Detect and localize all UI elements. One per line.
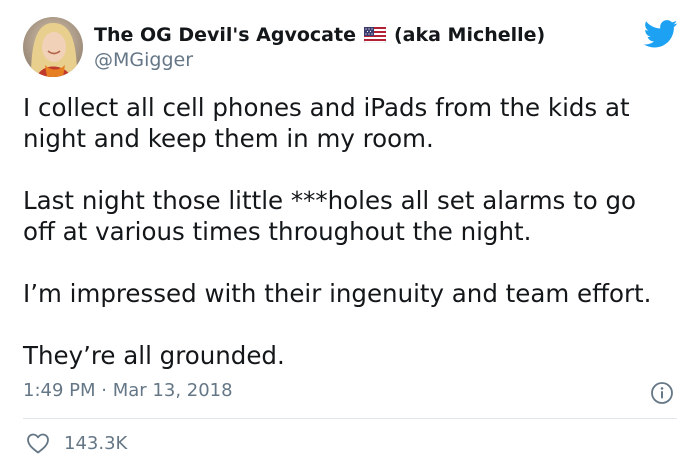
timestamp-separator: · [101,380,107,401]
display-name-suffix[interactable]: (aka Michelle) [394,24,545,46]
tweet-time[interactable]: 1:49 PM [23,380,96,401]
twitter-bird-icon[interactable] [643,20,678,48]
like-button[interactable]: 143.3K [26,430,127,456]
tweet-date[interactable]: Mar 13, 2018 [113,380,233,401]
display-name[interactable]: The OG Devil's Agvocate [94,24,356,46]
tweet-paragraph: I’m impressed with their ingenuity and t… [23,278,683,309]
tweet-paragraph: I collect all cell phones and iPads from… [23,92,683,154]
tweet-line: Last night those little ***holes all set… [23,186,637,215]
tweet-text: I collect all cell phones and iPads from… [23,92,683,371]
author-name-row[interactable]: The OG Devil's Agvocate (aka Michelle) [94,22,545,48]
divider [23,418,677,419]
us-flag-icon [363,26,387,44]
tweet-line: They’re all grounded. [23,341,285,370]
avatar[interactable] [23,17,83,77]
heart-icon[interactable] [26,432,50,454]
tweet-paragraph: They’re all grounded. [23,340,683,371]
author-handle[interactable]: @MGigger [94,49,193,71]
tweet-timestamp[interactable]: 1:49 PM · Mar 13, 2018 [23,380,233,401]
tweet-line: I collect all cell phones and iPads from… [23,93,630,122]
tweet-line: off at various times throughout the nigh… [23,217,532,246]
tweet-line: I’m impressed with their ingenuity and t… [23,279,652,308]
tweet-paragraph: Last night those little ***holes all set… [23,185,683,247]
like-count: 143.3K [64,432,128,454]
tweet-line: night and keep them in my room. [23,124,434,153]
info-icon[interactable] [650,381,674,405]
tweet-card: The OG Devil's Agvocate (aka Michelle) @… [0,0,700,471]
